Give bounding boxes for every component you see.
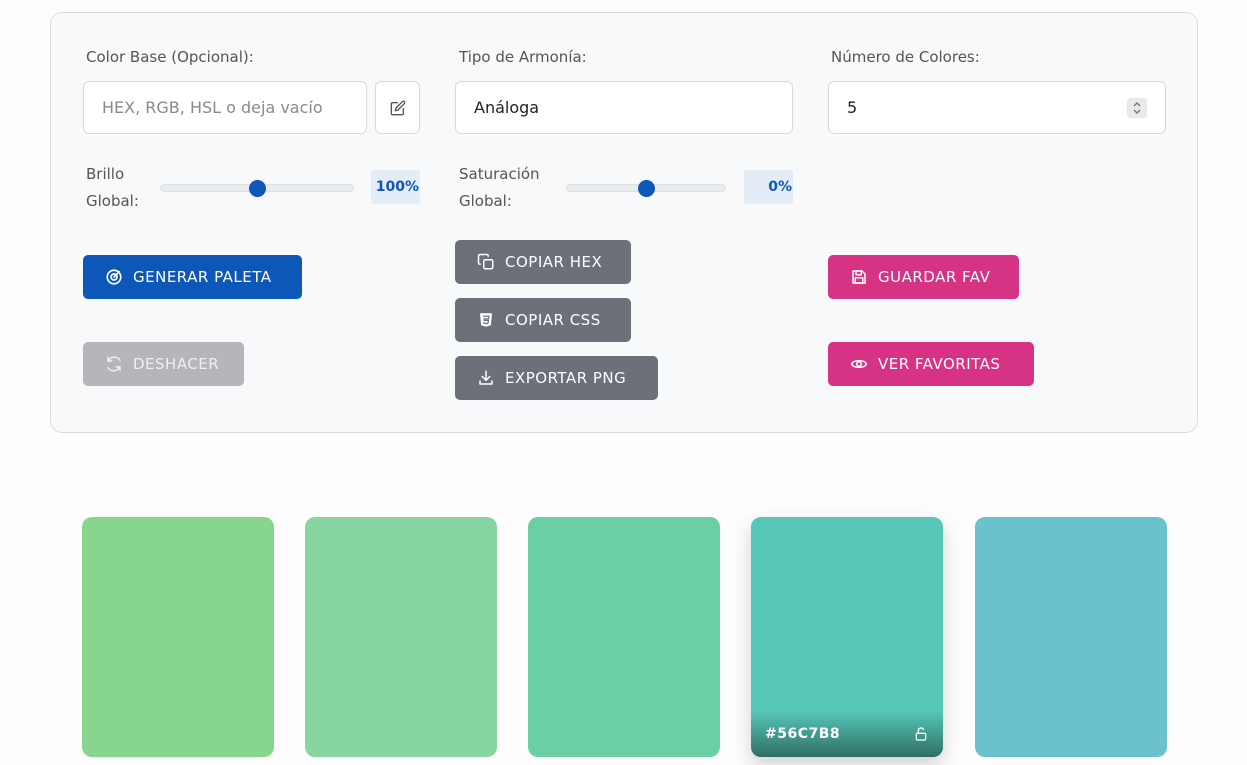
save-favorite-label: GUARDAR FAV <box>878 268 991 286</box>
count-label: Número de Colores: <box>831 48 980 66</box>
copy-css-label: COPIAR CSS <box>505 311 601 329</box>
palette-swatch-3[interactable] <box>528 517 720 757</box>
palette-swatch-1[interactable] <box>82 517 274 757</box>
generate-palette-label: GENERAR PALETA <box>133 268 272 286</box>
eye-icon <box>850 359 868 369</box>
count-value: 5 <box>847 98 858 117</box>
saturation-slider[interactable] <box>566 179 726 197</box>
brightness-value: 100% <box>371 170 420 204</box>
edit-icon <box>390 100 405 115</box>
undo-button[interactable]: DESHACER <box>83 342 244 386</box>
copy-css-button[interactable]: COPIAR CSS <box>455 298 631 342</box>
swatch-hex-label[interactable]: #56C7B8 <box>765 726 840 742</box>
export-png-button[interactable]: EXPORTAR PNG <box>455 356 658 400</box>
palette-swatch-2[interactable] <box>305 517 497 757</box>
stepper-arrows-icon <box>1133 102 1141 114</box>
generate-palette-button[interactable]: GENERAR PALETA <box>83 255 302 299</box>
brightness-slider[interactable] <box>160 179 354 197</box>
brightness-label: Brillo Global: <box>86 165 139 210</box>
undo-icon <box>107 356 121 372</box>
view-favorites-button[interactable]: VER FAVORITAS <box>828 342 1034 386</box>
base-color-input[interactable] <box>102 82 348 133</box>
count-input[interactable]: 5 <box>828 81 1166 134</box>
saturation-label: Saturación Global: <box>459 165 540 210</box>
swatch-footer: #56C7B8 <box>751 711 943 757</box>
saturation-slider-thumb[interactable] <box>637 179 655 197</box>
color-picker-button[interactable] <box>375 81 420 134</box>
harmony-select[interactable]: Análoga <box>455 81 793 134</box>
save-favorite-button[interactable]: GUARDAR FAV <box>828 255 1019 299</box>
css3-icon <box>480 313 492 327</box>
count-stepper[interactable] <box>1127 98 1147 118</box>
base-color-label: Color Base (Opcional): <box>86 48 254 66</box>
controls-panel: Color Base (Opcional): Tipo de Armonía: … <box>50 12 1198 433</box>
target-icon <box>106 269 122 285</box>
undo-label: DESHACER <box>133 355 220 373</box>
copy-hex-button[interactable]: COPIAR HEX <box>455 240 631 284</box>
palette-swatch-4[interactable]: #56C7B8 <box>751 517 943 757</box>
brightness-slider-thumb[interactable] <box>248 179 266 197</box>
view-favorites-label: VER FAVORITAS <box>878 355 1001 373</box>
saturation-value: 0% <box>744 170 793 204</box>
download-icon <box>479 370 493 385</box>
unlock-icon[interactable] <box>913 726 929 742</box>
copy-icon <box>477 253 494 270</box>
export-png-label: EXPORTAR PNG <box>505 369 627 387</box>
harmony-value: Análoga <box>474 98 540 117</box>
save-icon <box>852 270 866 284</box>
harmony-label: Tipo de Armonía: <box>459 48 587 66</box>
base-color-field[interactable] <box>83 81 367 134</box>
copy-hex-label: COPIAR HEX <box>505 253 603 271</box>
palette-swatch-5[interactable] <box>975 517 1167 757</box>
